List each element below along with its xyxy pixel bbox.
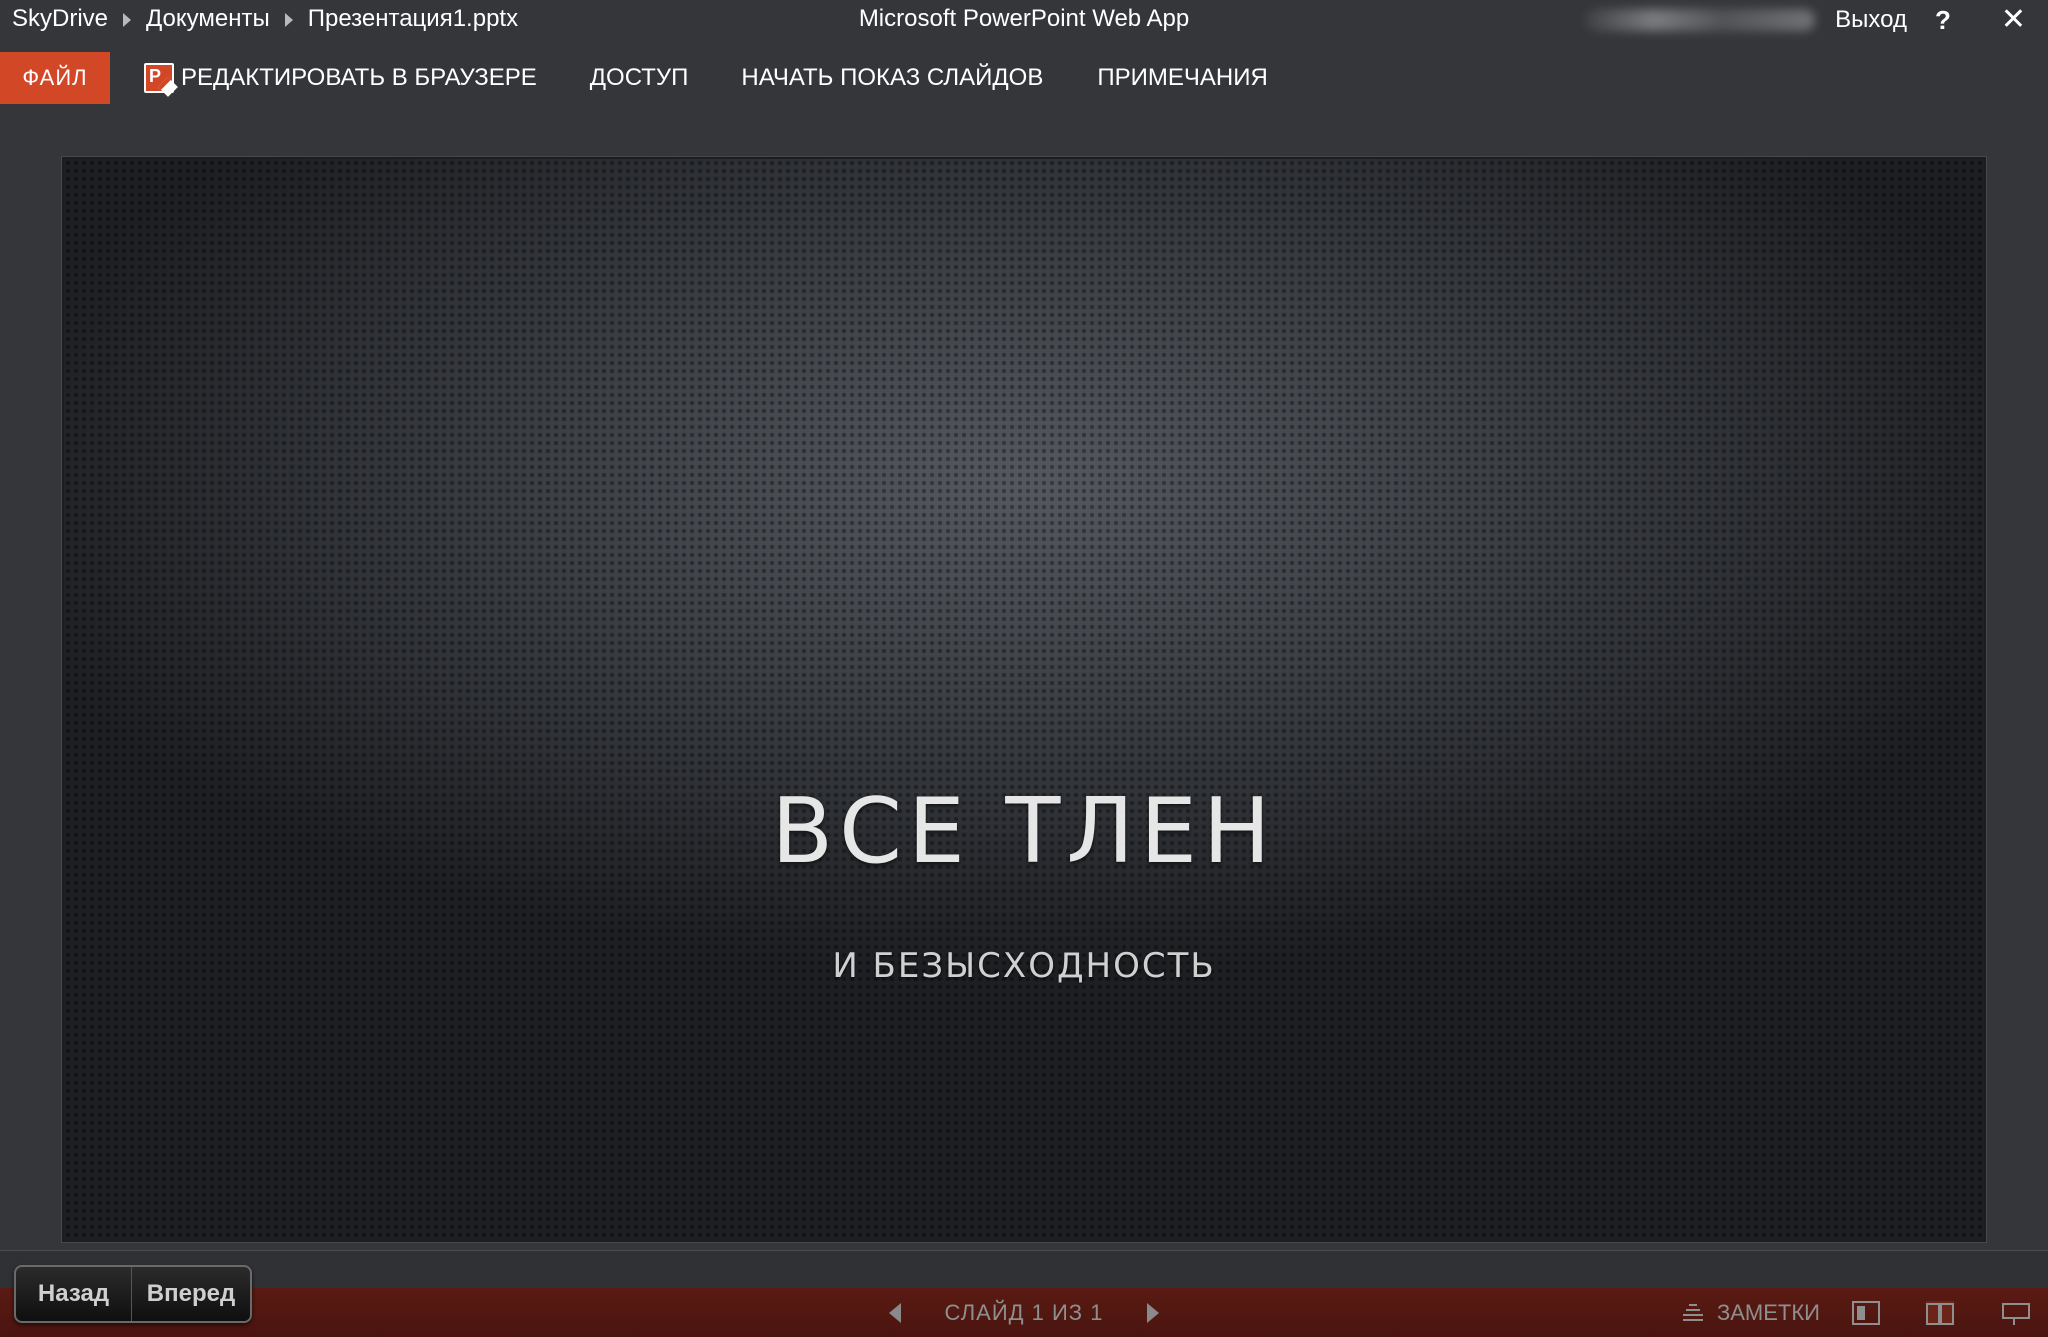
arrow-left-icon[interactable] [888, 1302, 901, 1323]
share-button[interactable]: ДОСТУП [590, 52, 689, 104]
forward-button[interactable]: Вперед [132, 1267, 250, 1321]
normal-view-icon[interactable] [1852, 1300, 1880, 1325]
slide-frame: ВСЕ ТЛЕН И БЕЗЫСХОДНОСТЬ [62, 157, 1986, 1242]
slide-canvas[interactable]: ВСЕ ТЛЕН И БЕЗЫСХОДНОСТЬ [64, 159, 1984, 1240]
chevron-right-icon [123, 13, 132, 27]
comments-label: ПРИМЕЧАНИЯ [1097, 64, 1268, 91]
notes-icon [1682, 1303, 1703, 1322]
user-name-redacted [1585, 9, 1816, 31]
slide-title: ВСЕ ТЛЕН [771, 779, 1277, 884]
breadcrumb-skydrive[interactable]: SkyDrive [12, 5, 108, 33]
notes-label: ЗАМЕТКИ [1716, 1299, 1820, 1325]
edit-in-browser-label: РЕДАКТИРОВАТЬ В БРАУЗЕРЕ [181, 64, 537, 91]
help-icon[interactable]: ? [1935, 5, 1951, 36]
breadcrumb: SkyDrive Документы Презентация1.pptx [12, 5, 518, 33]
file-tab[interactable]: ФАЙЛ [0, 52, 110, 104]
breadcrumb-file-name[interactable]: Презентация1.pptx [308, 5, 518, 33]
close-icon[interactable]: ✕ [2001, 5, 2026, 35]
powerpoint-icon: P [144, 63, 178, 97]
slideshow-view-icon[interactable] [2000, 1301, 2030, 1325]
ribbon: ФАЙЛ P РЕДАКТИРОВАТЬ В БРАУЗЕРЕ ДОСТУП Н… [0, 52, 2048, 104]
slide-navigator: СЛАЙД 1 ИЗ 1 [888, 1299, 1160, 1326]
user-area: Выход ? ✕ [1585, 0, 2048, 40]
back-button[interactable]: Назад [16, 1267, 132, 1321]
navigation-buttons: Назад Вперед [14, 1265, 252, 1323]
reading-view-icon[interactable] [1926, 1300, 1954, 1325]
title-bar: SkyDrive Документы Презентация1.pptx Mic… [0, 0, 2048, 40]
notes-button[interactable]: ЗАМЕТКИ [1682, 1299, 1820, 1326]
share-label: ДОСТУП [589, 64, 689, 91]
comments-button[interactable]: ПРИМЕЧАНИЯ [1097, 52, 1267, 104]
breadcrumb-documents[interactable]: Документы [146, 5, 270, 33]
powerpoint-web-app: SkyDrive Документы Презентация1.pptx Mic… [0, 0, 2048, 1337]
arrow-right-icon[interactable] [1147, 1302, 1160, 1323]
slide-counter: СЛАЙД 1 ИЗ 1 [944, 1299, 1104, 1325]
signout-link[interactable]: Выход [1835, 6, 1907, 34]
start-slideshow-button[interactable]: НАЧАТЬ ПОКАЗ СЛАЙДОВ [741, 52, 1043, 104]
edit-in-browser-button[interactable]: P РЕДАКТИРОВАТЬ В БРАУЗЕРЕ [144, 52, 537, 104]
status-separator [0, 1250, 2048, 1288]
slide-subtitle: И БЕЗЫСХОДНОСТЬ [832, 946, 1216, 986]
view-controls: ЗАМЕТКИ [1682, 1288, 2048, 1337]
start-slideshow-label: НАЧАТЬ ПОКАЗ СЛАЙДОВ [741, 64, 1044, 91]
chevron-right-icon [284, 13, 293, 27]
